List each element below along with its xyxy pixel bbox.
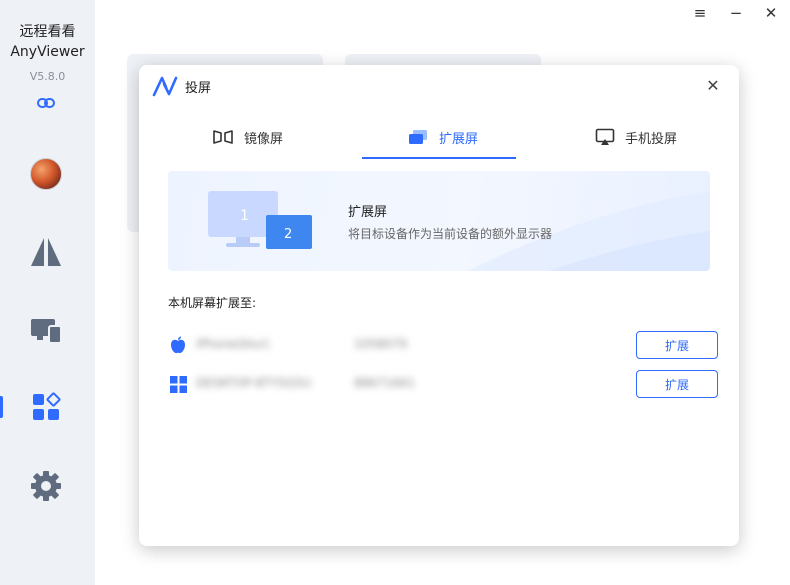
screen-cast-dialog: 投屏 ✕ 镜像屏 扩展屏 手机投屏 1 2 扩展屏 将目标设备作为当前设备的额外… (139, 65, 739, 546)
sidebar-item-devices[interactable] (24, 308, 68, 352)
device-row: iPhone(blur) 1058070 扩展 (168, 331, 718, 359)
device-id: 1058070 (354, 337, 408, 351)
minimize-button[interactable]: − (727, 4, 745, 22)
device-name: DESKTOP-8TY5G5U (196, 376, 312, 390)
banner-title: 扩展屏 (348, 205, 388, 220)
device-name: iPhone(blur) (196, 337, 270, 351)
extend-screen-illustration: 1 2 (208, 191, 312, 249)
menu-icon: ≡ (693, 4, 707, 22)
app-title: 远程看看 AnyViewer (0, 22, 95, 62)
tab-label: 手机投屏 (625, 131, 678, 147)
sidebar: 远程看看 AnyViewer V5.8.0 (0, 0, 95, 585)
device-id: 88671661 (354, 376, 416, 390)
connect-icon (31, 238, 61, 266)
link-icon[interactable] (36, 94, 56, 112)
apple-icon (168, 335, 188, 355)
screen-2-label: 2 (284, 227, 292, 242)
sidebar-active-indicator (0, 396, 3, 418)
menu-button[interactable]: ≡ (691, 4, 709, 22)
device-row: DESKTOP-8TY5G5U 88671661 扩展 (168, 370, 718, 398)
phone-cast-icon (595, 128, 615, 146)
tab-label: 扩展屏 (439, 131, 479, 147)
tab-mirror-screen[interactable]: 镜像屏 (212, 117, 283, 157)
anyviewer-logo-icon (152, 76, 178, 97)
dialog-close-button[interactable]: ✕ (703, 75, 723, 95)
extend-screen-banner: 1 2 扩展屏 将目标设备作为当前设备的额外显示器 (168, 171, 710, 271)
app-name-cn: 远程看看 (19, 24, 76, 40)
window-close-button[interactable]: ✕ (762, 4, 780, 22)
extend-screen-icon (407, 129, 429, 145)
mirror-screen-icon (212, 129, 234, 145)
sidebar-item-tools[interactable] (24, 385, 68, 429)
avatar (30, 158, 62, 190)
minimize-icon: − (729, 4, 743, 22)
sidebar-item-settings[interactable] (24, 464, 68, 508)
sidebar-avatar-button[interactable] (24, 152, 68, 196)
screen-1-label: 1 (240, 208, 249, 224)
tab-label: 镜像屏 (244, 131, 284, 147)
banner-description: 将目标设备作为当前设备的额外显示器 (348, 227, 553, 241)
windows-icon (168, 374, 188, 394)
tools-icon (33, 392, 61, 420)
tab-extend-screen[interactable]: 扩展屏 (407, 117, 478, 157)
extend-button[interactable]: 扩展 (636, 370, 718, 398)
close-icon: ✕ (764, 4, 778, 22)
dialog-title: 投屏 (185, 81, 212, 96)
app-name-en: AnyViewer (10, 44, 85, 60)
tab-phone-cast[interactable]: 手机投屏 (595, 117, 677, 157)
app-version: V5.8.0 (29, 70, 66, 83)
devices-icon (31, 319, 62, 344)
close-icon: ✕ (706, 75, 720, 95)
active-tab-underline (362, 157, 516, 159)
extend-to-label: 本机屏幕扩展至: (168, 296, 257, 310)
sidebar-item-connect[interactable] (24, 230, 68, 274)
extend-button[interactable]: 扩展 (636, 331, 718, 359)
settings-icon (31, 471, 61, 501)
